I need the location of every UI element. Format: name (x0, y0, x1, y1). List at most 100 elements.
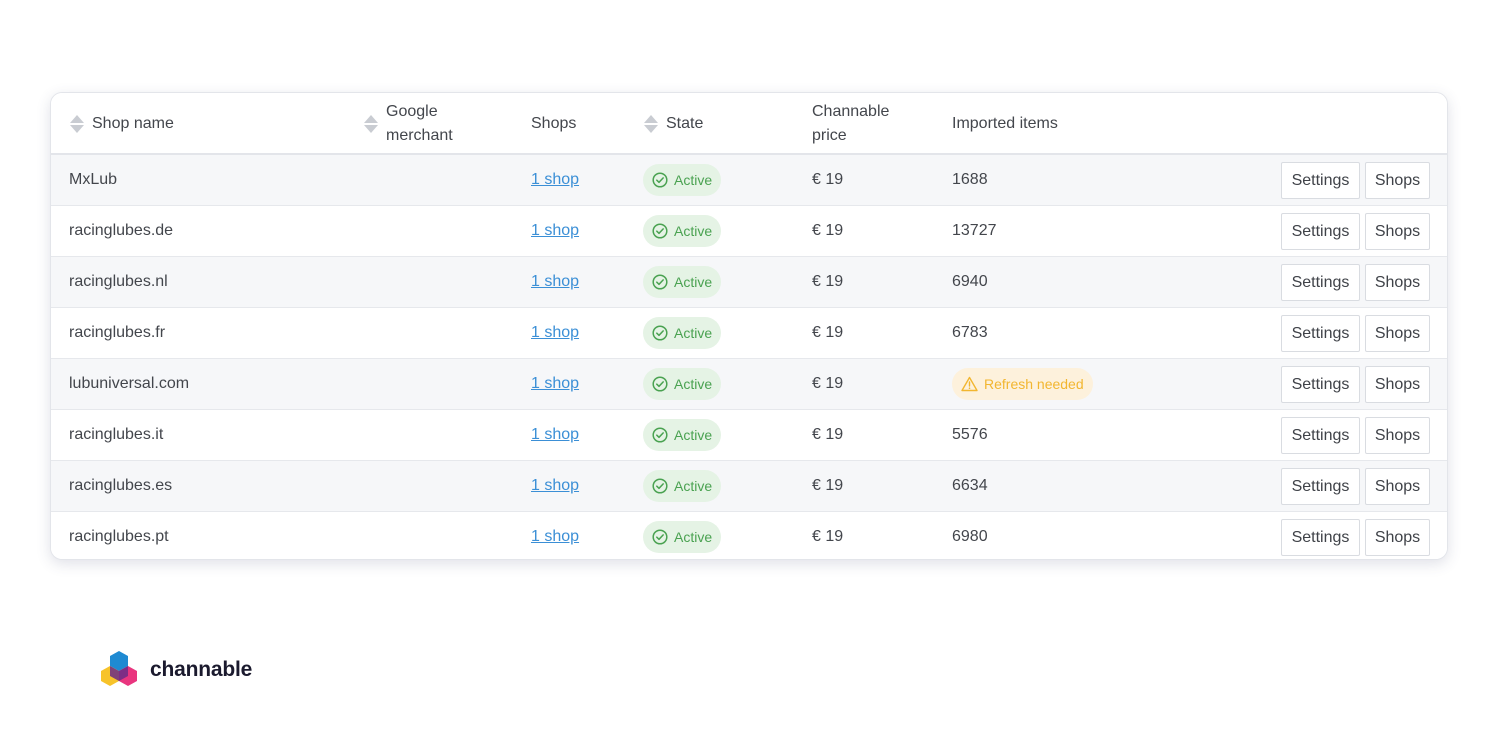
shops-link[interactable]: 1 shop (531, 426, 579, 444)
settings-button[interactable]: Settings (1281, 264, 1360, 301)
price-cell: € 19 (812, 359, 843, 409)
state-cell: Active (643, 359, 722, 409)
settings-button[interactable]: Settings (1281, 417, 1360, 454)
status-badge: Active (643, 521, 722, 553)
shops-button[interactable]: Shops (1365, 519, 1430, 556)
table-row: racinglubes.pt 1 shop Active € 19 6980 Settin… (51, 512, 1447, 559)
table-row: racinglubes.it 1 shop Active € 19 5576 Settin… (51, 410, 1447, 461)
status-badge: Active (643, 266, 722, 298)
shops-cell: 1 shop (531, 461, 579, 511)
imported-items-cell: Refresh needed (952, 359, 1093, 409)
state-cell: Active (643, 308, 722, 358)
shops-cell: 1 shop (531, 257, 579, 307)
price-cell: € 19 (812, 257, 843, 307)
column-state[interactable]: State (643, 93, 703, 155)
shop-name: racinglubes.es (69, 477, 173, 494)
badge-label: Active (674, 223, 713, 239)
column-label: merchant (386, 127, 453, 144)
column-label: Imported items (952, 115, 1058, 132)
table-body: MxLub 1 shop Active € 19 1688 Settings Shops ra… (51, 155, 1447, 559)
shops-link[interactable]: 1 shop (531, 528, 579, 546)
shop-name: racinglubes.fr (69, 324, 166, 341)
channable-logo-icon (101, 651, 137, 686)
shops-button[interactable]: Shops (1365, 468, 1430, 505)
imported-items-cell: 1688 (952, 155, 988, 205)
shops-table: Shop name Google merchant Shops State Ch… (50, 92, 1448, 560)
shops-button[interactable]: Shops (1365, 315, 1430, 352)
check-circle-icon (652, 223, 674, 239)
sort-icon[interactable] (363, 113, 379, 135)
table-row: racinglubes.es 1 shop Active € 19 6634 Settin… (51, 461, 1447, 512)
imported-items-value: 6980 (952, 528, 988, 545)
warning-triangle-icon (961, 376, 984, 392)
shops-link[interactable]: 1 shop (531, 171, 579, 189)
settings-button[interactable]: Settings (1281, 366, 1360, 403)
column-shop-name[interactable]: Shop name (69, 93, 174, 155)
badge-label: Active (674, 529, 713, 545)
shops-button[interactable]: Shops (1365, 162, 1430, 199)
sort-icon[interactable] (643, 113, 659, 135)
column-label: Channable (812, 103, 890, 120)
shop-name-cell: racinglubes.it (69, 410, 163, 460)
badge-label: Active (674, 478, 713, 494)
shops-link[interactable]: 1 shop (531, 375, 579, 393)
table-row: MxLub 1 shop Active € 19 1688 Settings Shops (51, 155, 1447, 206)
shops-link[interactable]: 1 shop (531, 222, 579, 240)
refresh-needed-badge: Refresh needed (952, 368, 1093, 400)
price-cell: € 19 (812, 410, 843, 460)
imported-items-value: 6940 (952, 273, 988, 290)
shops-button[interactable]: Shops (1365, 366, 1430, 403)
table-row: lubuniversal.com 1 shop Active € 19 Refresh … (51, 359, 1447, 410)
state-cell: Active (643, 206, 722, 256)
table-row: racinglubes.nl 1 shop Active € 19 6940 Settin… (51, 257, 1447, 308)
column-shops: Shops (531, 93, 576, 155)
shops-cell: 1 shop (531, 359, 579, 409)
imported-items-value: 5576 (952, 426, 988, 443)
settings-button[interactable]: Settings (1281, 213, 1360, 250)
column-label: price (812, 127, 847, 144)
settings-button[interactable]: Settings (1281, 468, 1360, 505)
sort-icon[interactable] (69, 113, 85, 135)
shops-button[interactable]: Shops (1365, 417, 1430, 454)
price-cell: € 19 (812, 512, 843, 559)
channable-logo: channable (100, 650, 252, 690)
state-cell: Active (643, 410, 722, 460)
state-cell: Active (643, 257, 722, 307)
settings-button[interactable]: Settings (1281, 162, 1360, 199)
shops-cell: 1 shop (531, 206, 579, 256)
shops-cell: 1 shop (531, 155, 579, 205)
shops-cell: 1 shop (531, 410, 579, 460)
channable-price: € 19 (812, 324, 844, 341)
settings-button[interactable]: Settings (1281, 519, 1360, 556)
shops-link[interactable]: 1 shop (531, 477, 579, 495)
column-label: Google (386, 103, 438, 120)
imported-items-value: 13727 (952, 222, 997, 239)
shop-name-cell: MxLub (69, 155, 117, 205)
channable-price: € 19 (812, 426, 844, 443)
shops-button[interactable]: Shops (1365, 264, 1430, 301)
shop-name: MxLub (69, 171, 118, 188)
shops-button[interactable]: Shops (1365, 213, 1430, 250)
imported-items-cell: 5576 (952, 410, 988, 460)
column-google-merchant[interactable]: Google merchant (363, 93, 453, 155)
shop-name: lubuniversal.com (69, 375, 190, 392)
badge-label: Refresh needed (984, 376, 1084, 392)
column-label: Shop name (92, 115, 174, 132)
channable-price: € 19 (812, 273, 844, 290)
imported-items-value: 6634 (952, 477, 988, 494)
status-badge: Active (643, 368, 722, 400)
imported-items-cell: 6634 (952, 461, 988, 511)
channable-price: € 19 (812, 171, 844, 188)
shops-link[interactable]: 1 shop (531, 324, 579, 342)
shops-link[interactable]: 1 shop (531, 273, 579, 291)
channable-price: € 19 (812, 222, 844, 239)
shop-name: racinglubes.pt (69, 528, 169, 545)
channable-price: € 19 (812, 375, 844, 392)
imported-items-cell: 6940 (952, 257, 988, 307)
status-badge: Active (643, 317, 722, 349)
price-cell: € 19 (812, 461, 843, 511)
check-circle-icon (652, 376, 674, 392)
price-cell: € 19 (812, 206, 843, 256)
imported-items-value: 1688 (952, 171, 988, 188)
settings-button[interactable]: Settings (1281, 315, 1360, 352)
